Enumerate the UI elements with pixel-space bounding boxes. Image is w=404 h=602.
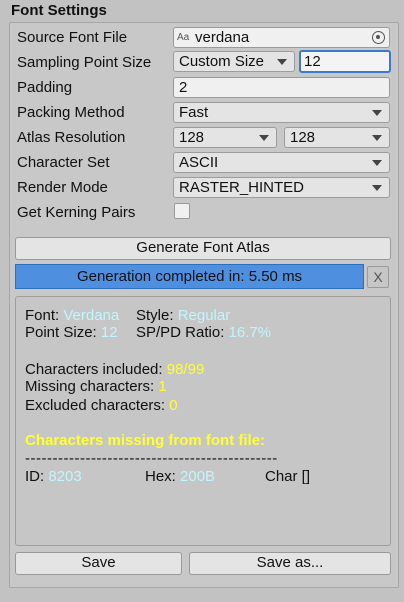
report-point-size-line: Point Size: 12 [25, 323, 118, 342]
packing-method-value: Fast [179, 104, 209, 121]
hex-label: Hex: [145, 468, 176, 485]
character-set-label: Character Set [17, 154, 110, 171]
kerning-pairs-label: Get Kerning Pairs [17, 204, 136, 221]
render-mode-label: Render Mode [17, 179, 108, 196]
sampling-size-input[interactable]: 12 [299, 50, 391, 73]
id-label: ID: [25, 468, 45, 485]
style-label: Style: [136, 307, 174, 324]
chevron-down-icon [372, 160, 382, 166]
chevron-down-icon [372, 110, 382, 116]
clear-result-button[interactable]: X [367, 266, 389, 288]
font-value: Verdana [63, 307, 120, 324]
excluded-label: Excluded characters: [25, 397, 166, 414]
source-font-value: verdana [195, 29, 250, 46]
report-missing-line: Missing characters: 1 [25, 377, 167, 396]
point-size-label: Point Size: [25, 324, 97, 341]
section-title: Font Settings [11, 2, 107, 19]
chevron-down-icon [277, 59, 287, 65]
chevron-down-icon [372, 185, 382, 191]
render-mode-dropdown[interactable]: RASTER_HINTED [173, 177, 390, 198]
ratio-label: SP/PD Ratio: [136, 324, 225, 341]
chevron-down-icon [259, 135, 269, 141]
report-separator: ----------------------------------------… [25, 450, 278, 467]
missing-char-id: ID: 8203 [25, 467, 82, 486]
sampling-mode-value: Custom Size [179, 53, 265, 70]
sampling-mode-dropdown[interactable]: Custom Size [173, 51, 295, 72]
generation-progress-bar: Generation completed in: 5.50 ms [15, 264, 364, 289]
object-picker-icon[interactable] [372, 31, 385, 44]
packing-method-label: Packing Method [17, 104, 125, 121]
save-button[interactable]: Save [15, 552, 182, 575]
id-value: 8203 [48, 468, 82, 485]
padding-input[interactable]: 2 [173, 77, 390, 98]
character-set-dropdown[interactable]: ASCII [173, 152, 390, 173]
save-as-button[interactable]: Save as... [189, 552, 391, 575]
sampling-point-size-label: Sampling Point Size [17, 54, 152, 71]
atlas-height-dropdown[interactable]: 128 [284, 127, 390, 148]
generate-font-atlas-button[interactable]: Generate Font Atlas [15, 237, 391, 260]
source-font-field[interactable]: Aa verdana [173, 27, 390, 48]
render-mode-value: RASTER_HINTED [179, 179, 305, 196]
point-size-value: 12 [100, 324, 118, 341]
ratio-value: 16.7% [228, 324, 272, 341]
atlas-width-dropdown[interactable]: 128 [173, 127, 277, 148]
missing-chars-header: Characters missing from font file: [25, 432, 266, 449]
chevron-down-icon [372, 135, 382, 141]
character-set-value: ASCII [179, 154, 219, 171]
missing-label: Missing characters: [25, 378, 155, 395]
padding-label: Padding [17, 79, 73, 96]
hex-value: 200B [180, 468, 216, 485]
report-excluded-line: Excluded characters: 0 [25, 396, 178, 415]
missing-char-glyph: Char [] [265, 468, 311, 485]
source-font-label: Source Font File [17, 29, 128, 46]
missing-char-hex: Hex: 200B [145, 467, 215, 486]
atlas-height-value: 128 [290, 129, 316, 146]
included-label: Characters included: [25, 361, 163, 378]
font-label: Font: [25, 307, 60, 324]
style-value: Regular [177, 307, 231, 324]
missing-value: 1 [158, 378, 167, 395]
atlas-resolution-label: Atlas Resolution [17, 129, 126, 146]
included-value: 98/99 [166, 361, 205, 378]
font-asset-icon: Aa [177, 32, 190, 43]
excluded-value: 0 [169, 397, 178, 414]
packing-method-dropdown[interactable]: Fast [173, 102, 390, 123]
report-ratio-line: SP/PD Ratio: 16.7% [136, 323, 271, 342]
atlas-width-value: 128 [179, 129, 205, 146]
kerning-pairs-checkbox[interactable] [174, 203, 190, 219]
